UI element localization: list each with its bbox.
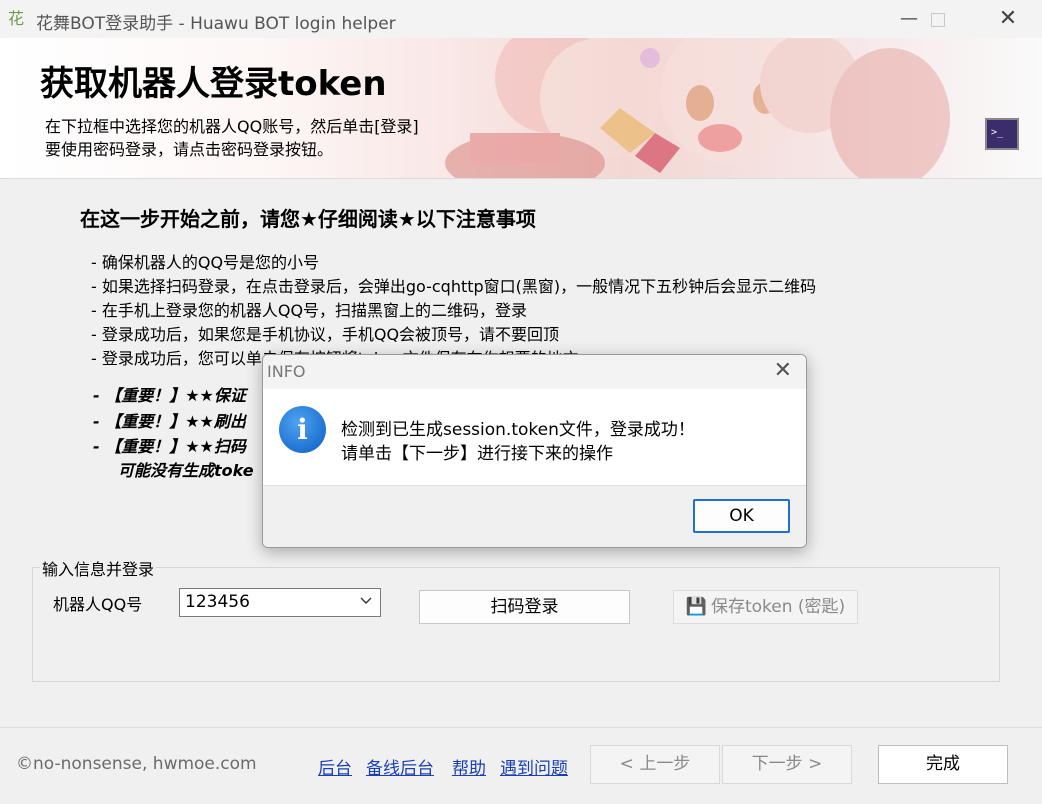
minimize-button[interactable]: — [886,0,932,38]
anime-character-illustration [445,38,950,178]
page-subtitle-line2: 要使用密码登录，请点击密码登录按钮。 [45,140,334,159]
terminal-icon: >_ [985,118,1019,150]
app-icon: 花 [8,9,25,28]
dialog-body: i 检测到已生成session.token文件，登录成功！ 请单击【下一步】进行… [263,389,806,485]
notice-line: - 确保机器人的QQ号是您的小号 [91,253,320,272]
login-group-label: 输入信息并登录 [40,556,157,580]
save-token-button[interactable]: 💾 保存token (密匙) [673,590,858,624]
ok-button[interactable]: OK [693,499,790,533]
important-line: 可能没有生成toke [118,461,254,480]
notice-line: - 在手机上登录您的机器人QQ号，扫描黑窗上的二维码，登录 [91,301,528,320]
title-bar: 花 花舞BOT登录助手 - Huawu BOT login helper — ✕ [0,0,1042,38]
important-line: - 【重要！】★★扫码 [93,437,246,456]
dialog-message-line2: 请单击【下一步】进行接下来的操作 [341,444,613,464]
copyright-text: ©no-nonsense, hwmoe.com [16,754,257,774]
qq-number-select[interactable]: 123456 [179,588,381,617]
chevron-down-icon [359,593,373,611]
help-link[interactable]: 帮助 [452,754,486,779]
window-title: 花舞BOT登录助手 - Huawu BOT login helper [36,14,396,34]
important-line: - 【重要！】★★刷出 [93,412,246,431]
info-dialog: INFO ✕ i 检测到已生成session.token文件，登录成功！ 请单击… [262,354,807,548]
dialog-message-line1: 检测到已生成session.token文件，登录成功！ [341,420,695,440]
backend-link[interactable]: 后台 [318,754,352,779]
previous-button[interactable]: < 上一步 [590,745,720,784]
scan-login-button[interactable]: 扫码登录 [419,590,630,624]
problem-link[interactable]: 遇到问题 [500,754,568,779]
qq-number-label: 机器人QQ号 [53,595,143,614]
dialog-footer: OK [263,485,806,547]
page-title: 获取机器人登录token [40,64,387,104]
page-subtitle-line1: 在下拉框中选择您的机器人QQ账号，然后单击[登录] [45,117,419,136]
dialog-title-bar: INFO ✕ [263,355,806,389]
dialog-title: INFO [267,362,306,381]
dialog-close-button[interactable]: ✕ [774,358,792,383]
header-banner: 获取机器人登录token 在下拉框中选择您的机器人QQ账号，然后单击[登录] 要… [0,38,1042,179]
info-icon: i [279,406,326,453]
maximize-button [931,13,945,27]
qq-number-value: 123456 [185,592,250,612]
finish-button[interactable]: 完成 [878,745,1008,784]
close-window-button[interactable]: ✕ [985,0,1031,38]
floppy-disk-icon: 💾 [685,597,707,617]
save-token-label: 保存token (密匙) [710,597,846,617]
notice-heading: 在这一步开始之前，请您★仔细阅读★以下注意事项 [80,207,536,231]
footer-divider [0,727,1042,728]
important-line: - 【重要！】★★保证 [93,386,246,405]
login-group-box [32,567,1000,682]
notice-line: - 登录成功后，如果您是手机协议，手机QQ会被顶号，请不要回顶 [91,325,560,344]
backup-backend-link[interactable]: 备线后台 [366,754,434,779]
notice-line: - 如果选择扫码登录，在点击登录后，会弹出go-cqhttp窗口(黑窗)，一般情… [91,277,817,296]
next-button[interactable]: 下一步 > [722,745,852,784]
